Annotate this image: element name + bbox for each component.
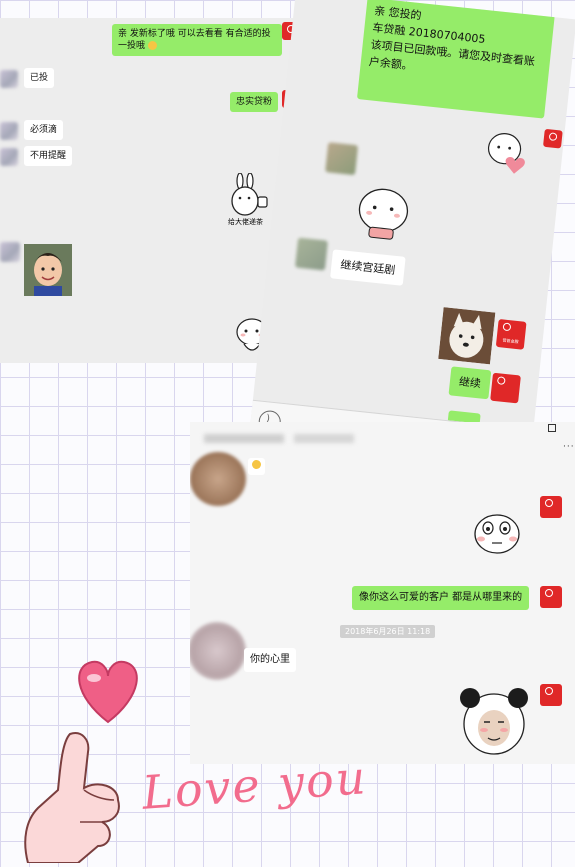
message-bubble-sent: 亲 发新标了哦 可以去看看 有合适的投一投哦 bbox=[112, 24, 282, 56]
user-avatar bbox=[0, 148, 18, 166]
message-text: 像你这么可爱的客户 都是从哪里来的 bbox=[359, 592, 523, 603]
chat-screenshot-3: ··· 像你这么可爱的客户 都是从哪里来的 2018年6月26日 11:18 你… bbox=[190, 422, 575, 764]
message-text: 已投 bbox=[30, 73, 49, 83]
window-title-bar: ··· bbox=[190, 422, 575, 452]
user-avatar bbox=[0, 122, 18, 140]
smile-emoji-icon bbox=[147, 41, 157, 50]
finger-heart-hand-icon bbox=[18, 730, 138, 864]
message-bubble-received: 不用提醒 bbox=[24, 146, 73, 166]
dog-photo-sticker bbox=[438, 307, 496, 365]
message-bubble-sent: 像你这么可爱的客户 都是从哪里来的 bbox=[352, 586, 530, 610]
message-text: 忠实贷粉 bbox=[236, 97, 273, 107]
user-avatar bbox=[0, 242, 20, 262]
user-avatar bbox=[190, 622, 246, 680]
message-bubble-received: 必须滴 bbox=[24, 120, 64, 140]
app-avatar bbox=[540, 684, 562, 706]
app-avatar bbox=[540, 496, 562, 518]
pink-heart-icon bbox=[70, 656, 146, 726]
message-bubble-received: 已投 bbox=[24, 68, 55, 88]
child-photo-sticker bbox=[24, 244, 72, 296]
app-avatar bbox=[490, 372, 521, 404]
notice-bubble: 亲 您投的 车贷融 20180704005 该项目已回款哦。请您及时查看账 户余… bbox=[356, 0, 555, 119]
message-bubble-sent: 继续 bbox=[448, 366, 492, 400]
message-bubble-received: 你的心里 bbox=[244, 648, 296, 672]
app-avatar bbox=[542, 128, 563, 149]
blurred-title bbox=[294, 434, 354, 443]
more-options-icon[interactable]: ··· bbox=[563, 442, 575, 452]
app-avatar bbox=[540, 586, 562, 608]
user-avatar bbox=[190, 452, 246, 506]
heart-hug-sticker bbox=[482, 129, 531, 181]
message-bubble-received: 继续宫廷剧 bbox=[330, 249, 406, 286]
emoji-bubble bbox=[248, 458, 265, 475]
smile-emoji-icon bbox=[252, 460, 261, 469]
love-you-text: Love you bbox=[140, 750, 369, 820]
sticker-caption: 给大佬递茶 bbox=[228, 218, 263, 226]
message-bubble-sent: 忠实贷粉 bbox=[230, 92, 279, 112]
message-text: 继续 bbox=[458, 375, 482, 391]
chat-screenshot-1: 亲 发新标了哦 可以去看看 有合适的投一投哦 已投 忠实贷粉 必须滴 不用提醒 … bbox=[0, 18, 302, 363]
message-text: 你的心里 bbox=[250, 654, 290, 665]
app-badge-text: 营首金服 bbox=[502, 337, 519, 345]
maximize-button[interactable] bbox=[548, 424, 556, 432]
panda-meme-sticker bbox=[458, 684, 530, 758]
blush-face-sticker bbox=[472, 512, 522, 556]
message-text: 继续宫廷剧 bbox=[339, 258, 396, 277]
message-text: 亲 发新标了哦 可以去看看 有合适的投一投哦 bbox=[118, 29, 271, 51]
user-avatar bbox=[325, 142, 359, 176]
user-avatar bbox=[294, 237, 328, 271]
user-avatar bbox=[0, 70, 18, 88]
message-text: 不用提醒 bbox=[30, 151, 67, 161]
round-face-sticker bbox=[352, 184, 414, 248]
blurred-title bbox=[204, 434, 284, 443]
message-text: 必须滴 bbox=[30, 125, 58, 135]
app-avatar: 营首金服 bbox=[495, 318, 527, 350]
chat-screenshot-2: 亲 您投的 车贷融 20180704005 该项目已回款哦。请您及时查看账 户余… bbox=[248, 0, 575, 470]
message-timestamp: 2018年6月26日 11:18 bbox=[340, 625, 436, 638]
bunny-tea-sticker: 给大佬递茶 bbox=[228, 172, 274, 233]
